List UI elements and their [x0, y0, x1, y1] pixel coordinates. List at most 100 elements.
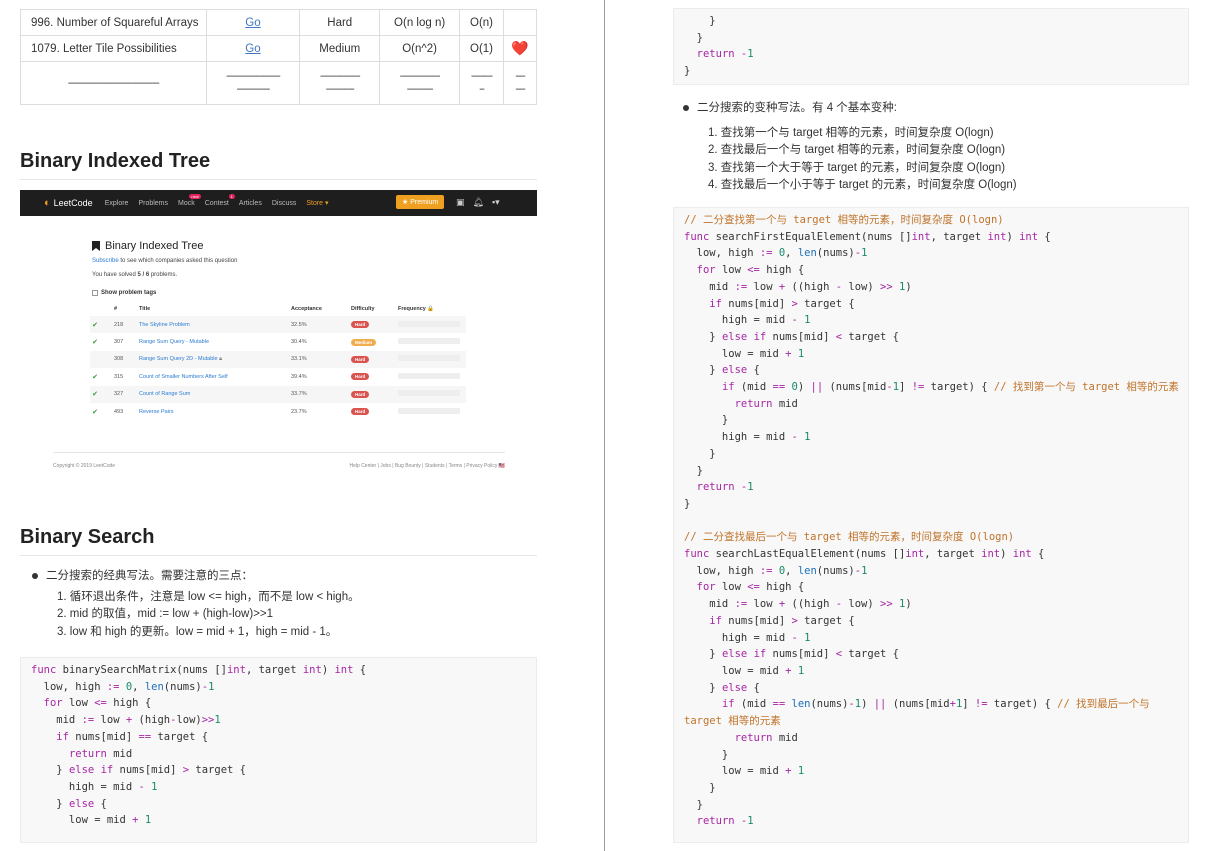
dash-cell: ---------------------------------------: [20, 61, 207, 105]
subscribe-line: Subscribe to see which companies asked t…: [92, 258, 238, 264]
cell-space: O(n): [459, 9, 504, 36]
lc-problem-row[interactable]: 308 Range Sum Query 2D - Mutable 🔒︎ 33.1% H…: [90, 350, 466, 369]
variant-item: 2. 查找最后一个与 target 相等的元素，时间复杂度 O(logn): [708, 144, 1006, 156]
acceptance: 33.7%: [291, 391, 307, 398]
frequency-bar: [398, 355, 460, 362]
code-block-variants: // 二分查找第一个与 target 相等的元素，时间复杂度 O(logn) f…: [673, 207, 1189, 843]
cell-space-text: O(n): [470, 16, 494, 29]
frequency-bar: [398, 320, 460, 327]
acceptance: 39.4%: [291, 373, 307, 380]
problem-table: 996. Number of Squareful Arrays Go Hard O(n…: [20, 9, 537, 105]
problem-title[interactable]: Count of Smaller Numbers After Self: [139, 374, 228, 380]
difficulty-cell: Medium: [351, 338, 398, 346]
flag-icon[interactable]: 🇺🇸: [499, 463, 505, 469]
table-row: 996. Number of Squareful Arrays Go Hard O(n…: [20, 9, 537, 36]
difficulty-pill: Hard: [351, 390, 370, 398]
leetcode-logo[interactable]: ◐ LeetCode: [44, 197, 93, 209]
problem-title[interactable]: Range Sum Query - Mutable: [139, 339, 209, 345]
difficulty-pill: Medium: [351, 338, 377, 346]
lc-problem-row[interactable]: ✔ 493 Reverse Pairs 23.7% Hard: [90, 403, 466, 420]
nav-mock[interactable]: Mock new: [178, 193, 201, 207]
frequency-bar: [398, 372, 460, 379]
problem-title[interactable]: Reverse Pairs: [139, 409, 174, 415]
problem-number: 308: [114, 356, 124, 363]
variant-item: 1. 查找第一个与 target 相等的元素，时间复杂度 O(logn): [708, 126, 994, 139]
dash-text: ----------------- -----------: [399, 71, 441, 95]
cell-time: O(n^2): [379, 35, 461, 62]
cell-space: O(1): [459, 35, 504, 62]
difficulty-cell: Hard: [351, 373, 398, 381]
cell-time: O(n log n): [379, 9, 461, 36]
leetcode-logo-icon: ◐: [44, 197, 51, 209]
cell-space-text: O(1): [470, 42, 494, 55]
nav-problems[interactable]: Problems: [138, 200, 168, 207]
frequency-cell: [398, 320, 464, 329]
problem-title-cell[interactable]: Count of Range Sum: [139, 391, 291, 397]
problem-number: 315: [114, 373, 124, 380]
cell-difficulty-text: Hard: [327, 16, 353, 29]
right-page: } } return -1 } 二分搜索的变种写法。有 4 个基本变种: 1. …: [605, 0, 1227, 851]
contest-badge: 1: [228, 193, 235, 199]
problem-title[interactable]: Count of Range Sum: [139, 391, 190, 397]
frequency-bar: [398, 390, 460, 397]
cell-title-text: 996. Number of Squareful Arrays: [31, 16, 199, 29]
bullet-dot: [683, 104, 689, 111]
avatar[interactable]: ▪▾: [492, 197, 500, 208]
lc-problem-row[interactable]: ✔ 307 Range Sum Query - Mutable 30.4% Medium: [90, 333, 466, 350]
problem-title[interactable]: The Skyline Problem: [139, 322, 190, 328]
checkbox-box[interactable]: [92, 290, 98, 296]
difficulty-cell: Hard: [351, 408, 398, 416]
nav-contest[interactable]: Contest 1: [205, 193, 235, 207]
nav-store[interactable]: Store ▾: [306, 199, 328, 207]
frequency-cell: [398, 372, 464, 381]
frequency-bar: [398, 407, 460, 414]
problem-title-cell[interactable]: Count of Smaller Numbers After Self: [139, 374, 291, 380]
acceptance: 23.7%: [291, 408, 307, 415]
nav-articles[interactable]: Articles: [239, 200, 262, 207]
nav-discuss[interactable]: Discuss: [272, 200, 297, 207]
footer-links[interactable]: Help Center | Jobs | Bug Bounty | Studen…: [350, 463, 498, 469]
dash-text: ----------------------- --------------: [226, 71, 281, 95]
nav-explore[interactable]: Explore: [105, 200, 129, 207]
problem-title-cell[interactable]: Range Sum Query 2D - Mutable 🔒︎: [139, 356, 291, 363]
cell-time-text: O(n^2): [402, 42, 438, 55]
solved-line: You have solved 5 / 6 problems.: [92, 272, 178, 278]
cell-mark: ❤️: [503, 35, 537, 62]
lc-problem-row[interactable]: ✔ 315 Count of Smaller Numbers After Self 3…: [90, 368, 466, 385]
show-tags-checkbox[interactable]: Show problem tags: [92, 290, 156, 296]
problem-number: 307: [114, 339, 124, 346]
premium-button[interactable]: ★ Premium: [396, 195, 445, 209]
subscribe-link[interactable]: Subscribe: [92, 258, 119, 264]
dash-text: ---------------------------------------: [67, 77, 160, 89]
lc-problem-table: # Title Acceptance Difficulty Frequency …: [90, 302, 466, 420]
cell-title: 996. Number of Squareful Arrays: [20, 9, 207, 36]
check-icon: ✔: [92, 339, 98, 347]
left-page: 996. Number of Squareful Arrays Go Hard O(n…: [0, 0, 604, 851]
lc-table-header: # Title Acceptance Difficulty Frequency …: [114, 306, 435, 312]
cell-link: Go: [205, 9, 301, 36]
playground-icon[interactable]: ▣: [456, 197, 465, 208]
lc-footer: Copyright © 2019 LeetCode Help Center | …: [53, 452, 505, 469]
bit-heading: Binary Indexed Tree: [20, 150, 537, 180]
lc-problem-row[interactable]: ✔ 218 The Skyline Problem 32.5% Hard: [90, 316, 466, 334]
cell-difficulty: Hard: [299, 9, 381, 36]
problem-title-cell[interactable]: The Skyline Problem: [139, 322, 291, 328]
bell-icon[interactable]: 🔔︎: [473, 197, 484, 208]
difficulty-pill: Hard: [351, 355, 370, 363]
frequency-cell: [398, 338, 464, 346]
bs-bullet: 二分搜索的经典写法。需要注意的三点： 1. 循环退出条件，注意是 low <= …: [32, 568, 360, 641]
dash-cell: ----------------------- --------------: [205, 61, 301, 105]
go-link[interactable]: Go: [245, 43, 260, 55]
dash-cell: ---- ----: [503, 61, 537, 105]
problem-title-cell[interactable]: Reverse Pairs: [139, 409, 291, 415]
difficulty-pill: Hard: [351, 373, 370, 381]
difficulty-cell: Hard: [351, 321, 398, 329]
lc-problem-row[interactable]: ✔ 327 Count of Range Sum 33.7% Hard: [90, 385, 466, 403]
problem-title[interactable]: Range Sum Query 2D - Mutable: [139, 356, 218, 362]
dash-text: ---- ----: [515, 71, 525, 95]
problem-title-cell[interactable]: Range Sum Query - Mutable: [139, 339, 291, 345]
acceptance: 30.4%: [291, 339, 307, 346]
difficulty-cell: Hard: [351, 355, 398, 363]
mock-badge: new: [189, 193, 201, 199]
go-link[interactable]: Go: [245, 17, 260, 29]
